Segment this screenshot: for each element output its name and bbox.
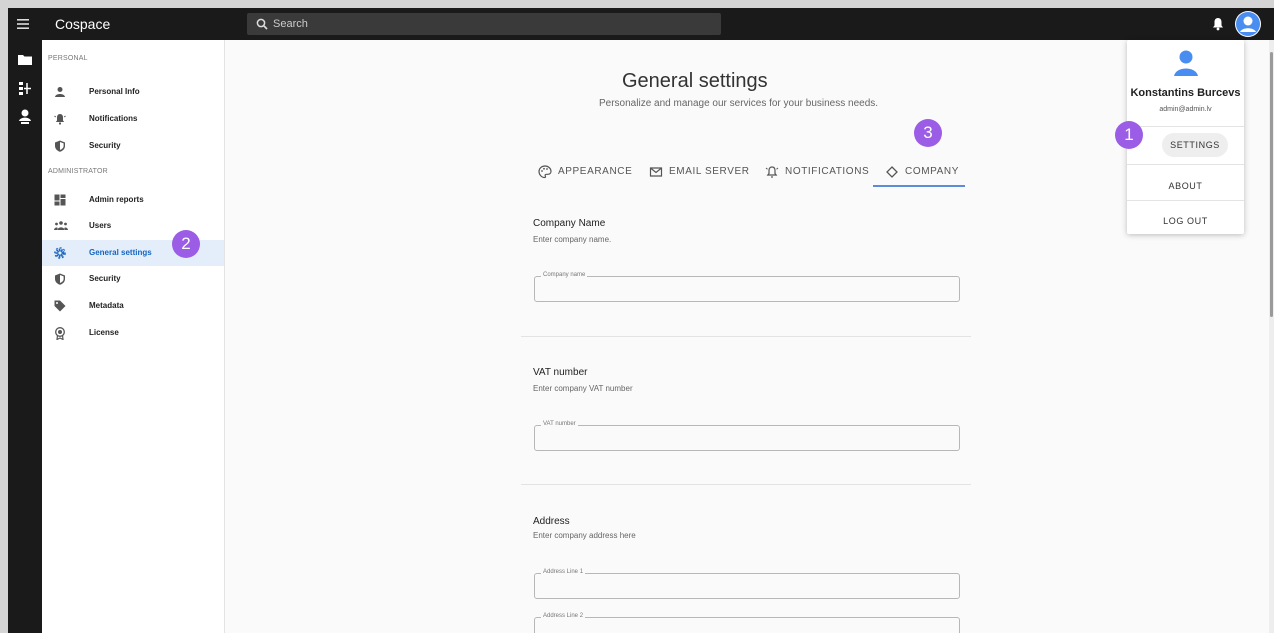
tab-label: NOTIFICATIONS [785,166,870,177]
address-line-1-field[interactable]: Address Line 1 [534,569,960,599]
administrator-section-label: ADMINISTRATOR [48,168,108,175]
certificate-icon [55,327,65,340]
sitemap-icon[interactable] [17,80,33,96]
field-legend: VAT number [541,421,578,427]
menu-divider [1127,200,1244,201]
bell-icon[interactable] [1212,17,1224,31]
tag-icon [54,300,66,312]
user-email: admin@admin.lv [1159,106,1212,113]
tab-label: COMPANY [905,166,960,177]
dashboard-icon [54,194,66,206]
sidebar-item-label: Notifications [89,114,138,123]
vat-number-input[interactable] [543,430,947,448]
sidebar-item-label: Admin reports [89,195,144,204]
about-button[interactable]: ABOUT [1127,181,1244,191]
address-title: Address [533,516,570,527]
icon-rail [8,40,42,633]
company-name-title: Company Name [533,218,606,229]
folder-icon[interactable] [17,53,33,66]
vat-number-description: Enter company VAT number [533,384,633,393]
search-icon [256,18,268,30]
gear-icon [54,247,66,259]
sidebar-item-metadata[interactable]: Metadata [42,294,224,318]
users-icon [54,221,68,230]
tab-label: EMAIL SERVER [669,166,750,177]
sidebar-item-security-admin[interactable]: Security [42,267,224,291]
sidebar-item-personal-info[interactable]: Personal Info [42,80,224,104]
field-legend: Address Line 1 [541,569,586,575]
sidebar-item-license[interactable]: License [42,321,224,345]
sidebar-item-notifications[interactable]: Notifications [42,107,224,131]
user-badge-icon[interactable] [17,108,33,125]
section-divider [521,484,971,485]
user-menu-dropdown: Konstantins Burcevs admin@admin.lv SETTI… [1127,40,1244,234]
diamond-icon [886,166,898,178]
section-divider [521,336,971,337]
company-name-description: Enter company name. [533,235,612,244]
page-subtitle: Personalize and manage our services for … [599,98,879,109]
sidebar-item-admin-reports[interactable]: Admin reports [42,188,224,212]
vat-number-field[interactable]: VAT number [534,421,960,451]
vat-number-title: VAT number [533,367,588,378]
field-legend: Company name [541,272,588,278]
email-icon [649,167,663,177]
sidebar-item-label: Users [89,221,112,230]
scrollbar-thumb[interactable] [1270,52,1273,317]
search-bar[interactable] [247,13,721,35]
sidebar-item-label: General settings [89,248,152,257]
address-line-1-input[interactable] [543,578,947,596]
app-window: Cospace Search PERSONAL Personal Info No… [8,8,1274,633]
shield-icon [55,140,65,152]
address-description: Enter company address here [533,531,636,540]
address-line-2-input[interactable] [543,622,947,633]
address-line-2-field[interactable]: Address Line 2 [534,613,960,633]
personal-section-label: PERSONAL [48,55,88,62]
app-title: Cospace [55,16,111,32]
person-icon [55,87,65,97]
menu-divider [1127,164,1244,165]
top-bar: Cospace [8,8,1274,40]
sidebar: PERSONAL Personal Info Notifications Sec… [42,40,225,633]
sidebar-item-security[interactable]: Security [42,134,224,158]
palette-icon [538,165,552,179]
user-avatar-button[interactable] [1235,11,1261,37]
search-input[interactable] [273,13,713,35]
settings-button[interactable]: SETTINGS [1162,133,1228,157]
hamburger-menu-icon[interactable] [16,17,30,31]
company-name-input[interactable] [543,281,947,299]
company-name-field[interactable]: Company name [534,272,960,302]
sidebar-item-label: Security [89,274,121,283]
sidebar-item-label: Security [89,141,121,150]
logout-button[interactable]: LOG OUT [1127,216,1244,226]
shield-icon [55,273,65,285]
menu-divider [1127,126,1244,127]
step-badge-2: 2 [172,230,200,258]
active-tab-indicator [873,185,965,187]
sidebar-item-label: Personal Info [89,87,140,96]
tab-label: APPEARANCE [558,166,633,177]
field-legend: Address Line 2 [541,613,586,619]
account-icon [1236,12,1260,36]
step-badge-1: 1 [1115,121,1143,149]
sidebar-item-label: Metadata [89,301,124,310]
bell-icon [765,166,779,178]
user-name: Konstantins Burcevs [1130,87,1241,99]
bell-ring-icon [54,114,66,125]
step-badge-3: 3 [914,119,942,147]
sidebar-item-label: License [89,328,119,337]
page-title: General settings [622,70,768,92]
account-icon [1174,50,1198,76]
